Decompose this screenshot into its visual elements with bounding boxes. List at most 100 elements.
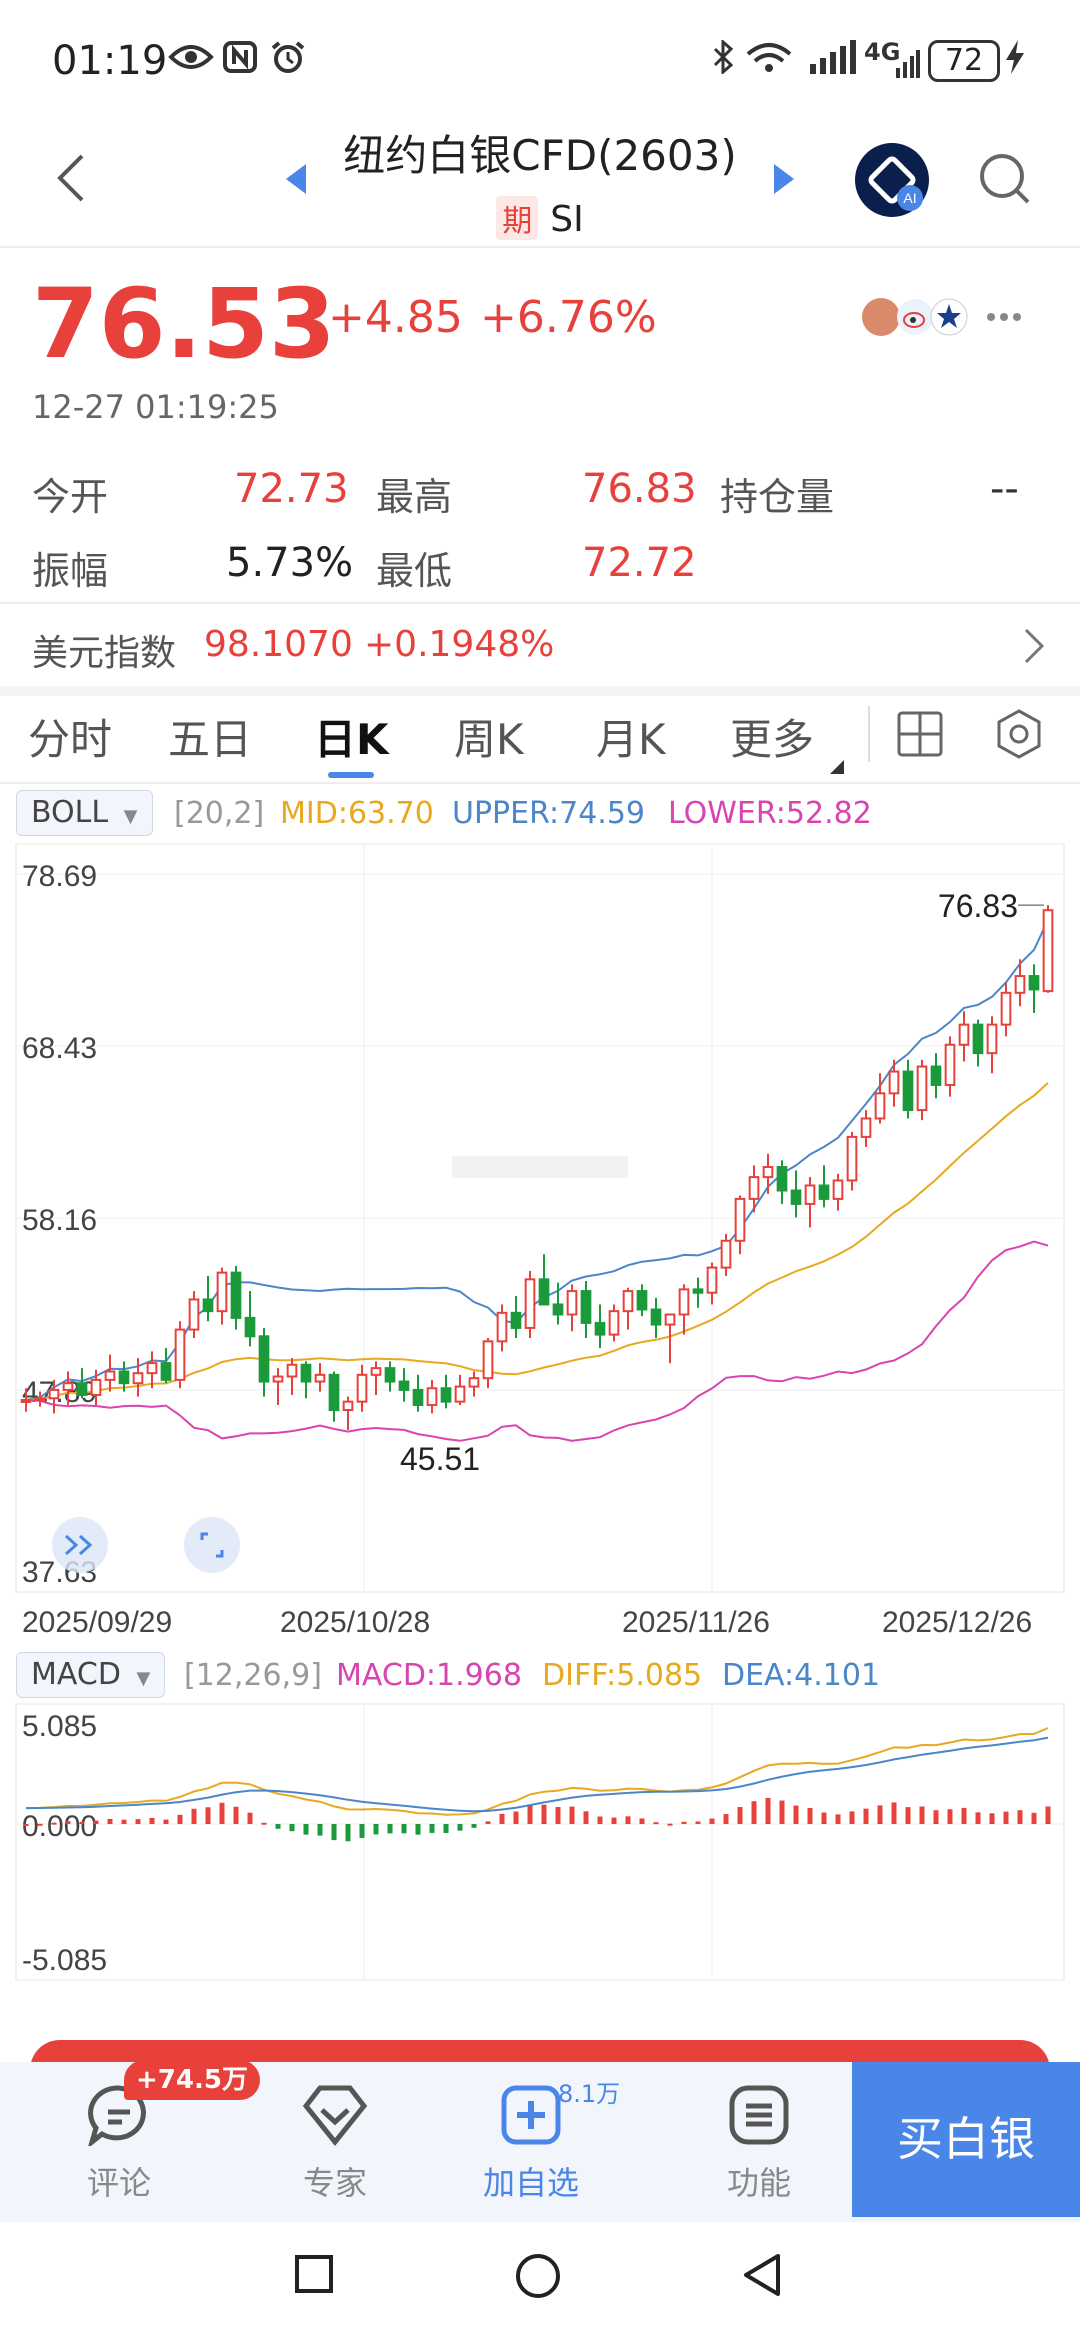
low-value: 72.72 [582,540,697,586]
ai-assistant-icon[interactable]: AI [854,142,930,218]
macd-histogram-bar [415,1824,421,1835]
macd-histogram-bar [1003,1811,1009,1824]
candle-body [370,1367,382,1376]
recent-apps-icon[interactable] [294,2254,334,2294]
candle-body [664,1313,676,1326]
candle-body [412,1388,424,1406]
dropdown-corner-icon [830,760,844,774]
nfc-icon [223,41,257,73]
boll-selector[interactable]: BOLL ▼ [16,790,153,836]
candle-body [188,1298,200,1331]
price-change-pct: +6.76% [480,292,657,343]
macd-histogram-bar [233,1806,239,1824]
candle-body [90,1378,102,1396]
macd-histogram-bar [219,1802,225,1824]
back-nav-icon[interactable] [742,2252,782,2298]
candle-body [734,1197,746,1242]
search-icon[interactable] [978,152,1032,206]
tab-more[interactable]: 更多 [730,706,814,767]
candle-body [566,1290,578,1316]
settings-icon[interactable] [994,708,1044,760]
macd-histogram-bar [1017,1810,1023,1824]
chevron-right-icon [1024,628,1044,664]
candle-body [300,1363,312,1383]
buy-silver-button[interactable]: 买白银 [852,2062,1080,2217]
candle-body [874,1092,886,1120]
macd-histogram-bar [51,1822,57,1825]
macd-histogram-bar [499,1813,505,1824]
more-icon[interactable] [986,312,1022,322]
macd-histogram-bar [527,1804,533,1824]
candle-body [20,1398,32,1403]
expand-left-icon [52,1517,108,1573]
macd-histogram-bar [1031,1812,1037,1824]
candle-body [62,1382,74,1391]
macd-histogram-bar [611,1817,617,1824]
menu-icon [729,2085,789,2145]
nav-functions[interactable]: 功能 [684,2062,834,2222]
macd-y-tick-label: 0.000 [22,1810,97,1843]
nav-add-watchlist[interactable]: 加自选 8.1万 [456,2062,620,2222]
tab-daily-k[interactable]: 日K [314,706,389,767]
candle-body [272,1375,284,1383]
candle-body [888,1070,900,1095]
candle-body [258,1335,270,1383]
star-media-icon[interactable] [930,298,968,336]
expert-icon [302,2085,368,2146]
candle-body [902,1070,914,1112]
nav-expert[interactable]: 专家 [260,2062,410,2222]
nav-comment-label: 评论 [86,2164,151,2202]
y-tick-label: 58.16 [22,1204,97,1237]
boll-params: [20,2] [174,796,265,831]
caret-down-icon: ▼ [123,806,138,827]
layout-grid-icon[interactable] [896,710,944,758]
tab-five-day[interactable]: 五日 [168,706,252,767]
nav-expert-label: 专家 [302,2164,367,2202]
high-annotation: 76.83 [938,888,1018,924]
macd-histogram-bar [975,1812,981,1824]
kline-chart[interactable]: 78.6968.4358.1647.8937.6376.8345.512025/… [0,840,1080,1640]
macd-histogram-bar [317,1824,323,1836]
candle-body [748,1176,760,1200]
system-nav-bar [0,2222,1080,2331]
tab-intraday[interactable]: 分时 [28,706,112,767]
eye-icon [168,45,214,69]
dxy-row[interactable]: 美元指数 98.1070 +0.1948% [0,604,1080,686]
candle-body [1014,975,1026,994]
macd-histogram-bar [289,1824,295,1832]
next-contract-icon[interactable] [772,164,796,194]
macd-histogram-bar [149,1817,155,1824]
tab-weekly-k[interactable]: 周K [454,706,524,767]
chart-watermark [452,1156,628,1178]
candle-body [524,1278,536,1329]
candle-body [314,1373,326,1383]
macd-histogram-bar [1045,1806,1051,1824]
candle-body [482,1340,494,1380]
candle-body [944,1043,956,1086]
macd-histogram-bar [205,1807,211,1824]
home-icon[interactable] [514,2252,562,2300]
candle-body [622,1290,634,1313]
macd-histogram-bar [345,1824,351,1842]
candle-body [132,1372,144,1385]
tab-monthly-k[interactable]: 月K [596,706,666,767]
candle-body [202,1298,214,1313]
macd-histogram-bar [163,1819,169,1824]
macd-histogram-bar [541,1804,547,1824]
symbol: SI [550,199,584,240]
open-value: 72.73 [234,466,349,512]
weibo-icon[interactable] [896,298,934,336]
candle-body [832,1179,844,1200]
x-tick-label: 2025/09/29 [22,1606,172,1639]
comment-badge: +74.5万 [124,2060,260,2100]
boll-name: BOLL [31,795,109,830]
wifi-icon [746,43,792,72]
macd-histogram-bar [905,1807,911,1824]
macd-selector[interactable]: MACD ▼ [16,1652,166,1698]
nav-add-label: 加自选 [482,2164,579,2202]
add-badge: 8.1万 [558,2080,621,2108]
tab-separator [868,706,870,762]
avatar[interactable] [862,298,900,336]
caret-down-icon: ▼ [136,1668,151,1689]
macd-chart[interactable]: 5.085 0.000 -5.085 [0,1700,1080,1990]
